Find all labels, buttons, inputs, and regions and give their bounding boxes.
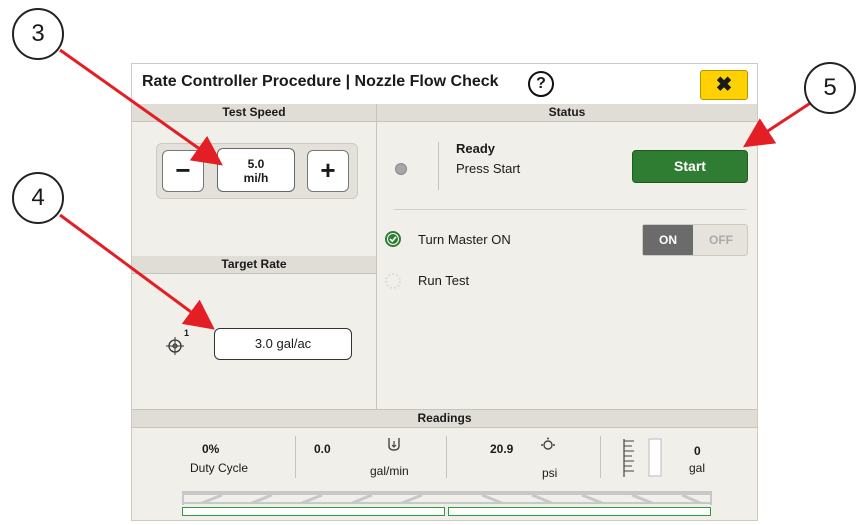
arrow-4 bbox=[59, 213, 215, 330]
annotation-arrows bbox=[59, 48, 813, 330]
arrow-3 bbox=[59, 48, 223, 166]
callout-3: 3 bbox=[12, 8, 64, 60]
arrow-5 bbox=[742, 100, 813, 148]
callout-4: 4 bbox=[12, 172, 64, 224]
callout-5: 5 bbox=[804, 62, 856, 114]
